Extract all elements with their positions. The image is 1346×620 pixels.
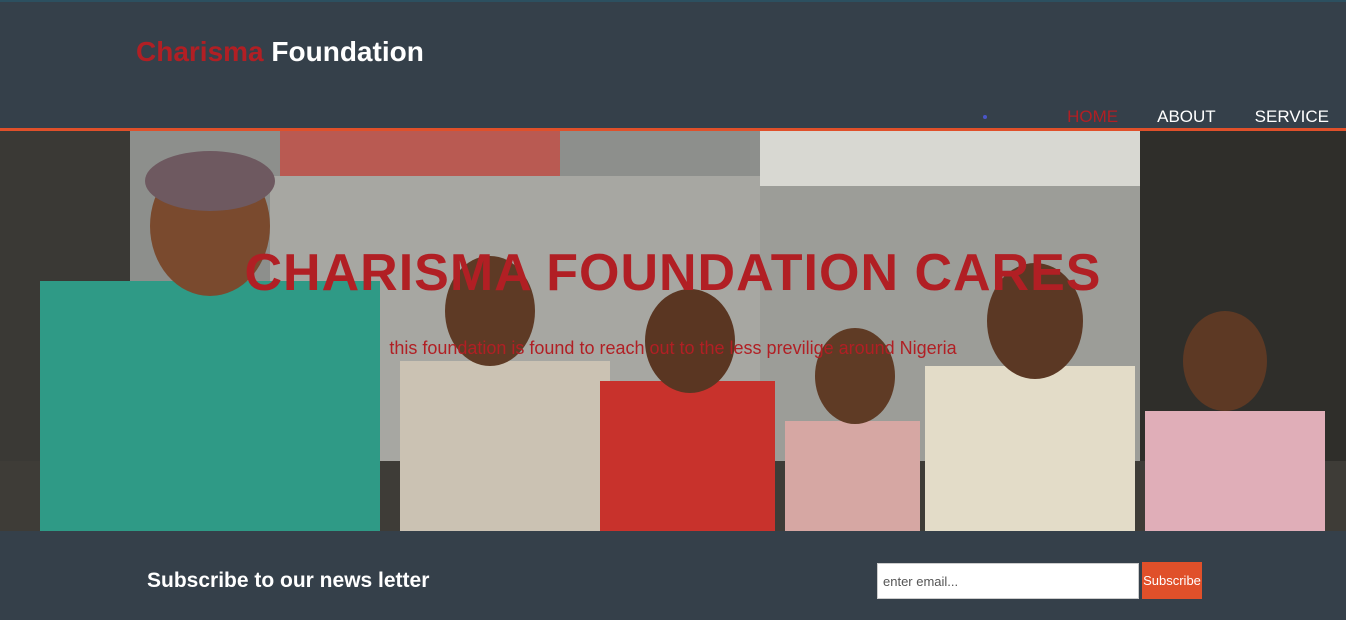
brand-name-part1: Charisma xyxy=(136,36,264,67)
newsletter-heading: Subscribe to our news letter xyxy=(147,569,430,592)
hero-banner: CHARISMA FOUNDATION CARES this foundatio… xyxy=(0,131,1346,531)
newsletter-section: Subscribe to our news letter Subscribe xyxy=(0,531,1346,620)
hero-title: CHARISMA FOUNDATION CARES xyxy=(244,244,1102,302)
email-input[interactable] xyxy=(877,563,1139,599)
nav-service-link[interactable]: SERVICE xyxy=(1255,106,1329,128)
site-header: Charisma Foundation HOME ABOUT SERVICE xyxy=(0,0,1346,128)
brand-name-part2: Foundation xyxy=(271,36,424,67)
bullet-dot-icon xyxy=(983,115,988,119)
nav-home-link[interactable]: HOME xyxy=(1067,106,1118,128)
hero-photo xyxy=(0,131,1346,531)
hero-subtitle: this foundation is found to reach out to… xyxy=(389,338,957,358)
main-nav: HOME ABOUT SERVICE xyxy=(983,106,1329,128)
subscribe-button[interactable]: Subscribe xyxy=(1142,562,1202,599)
site-logo[interactable]: Charisma Foundation xyxy=(136,36,424,68)
nav-about-link[interactable]: ABOUT xyxy=(1157,106,1216,128)
